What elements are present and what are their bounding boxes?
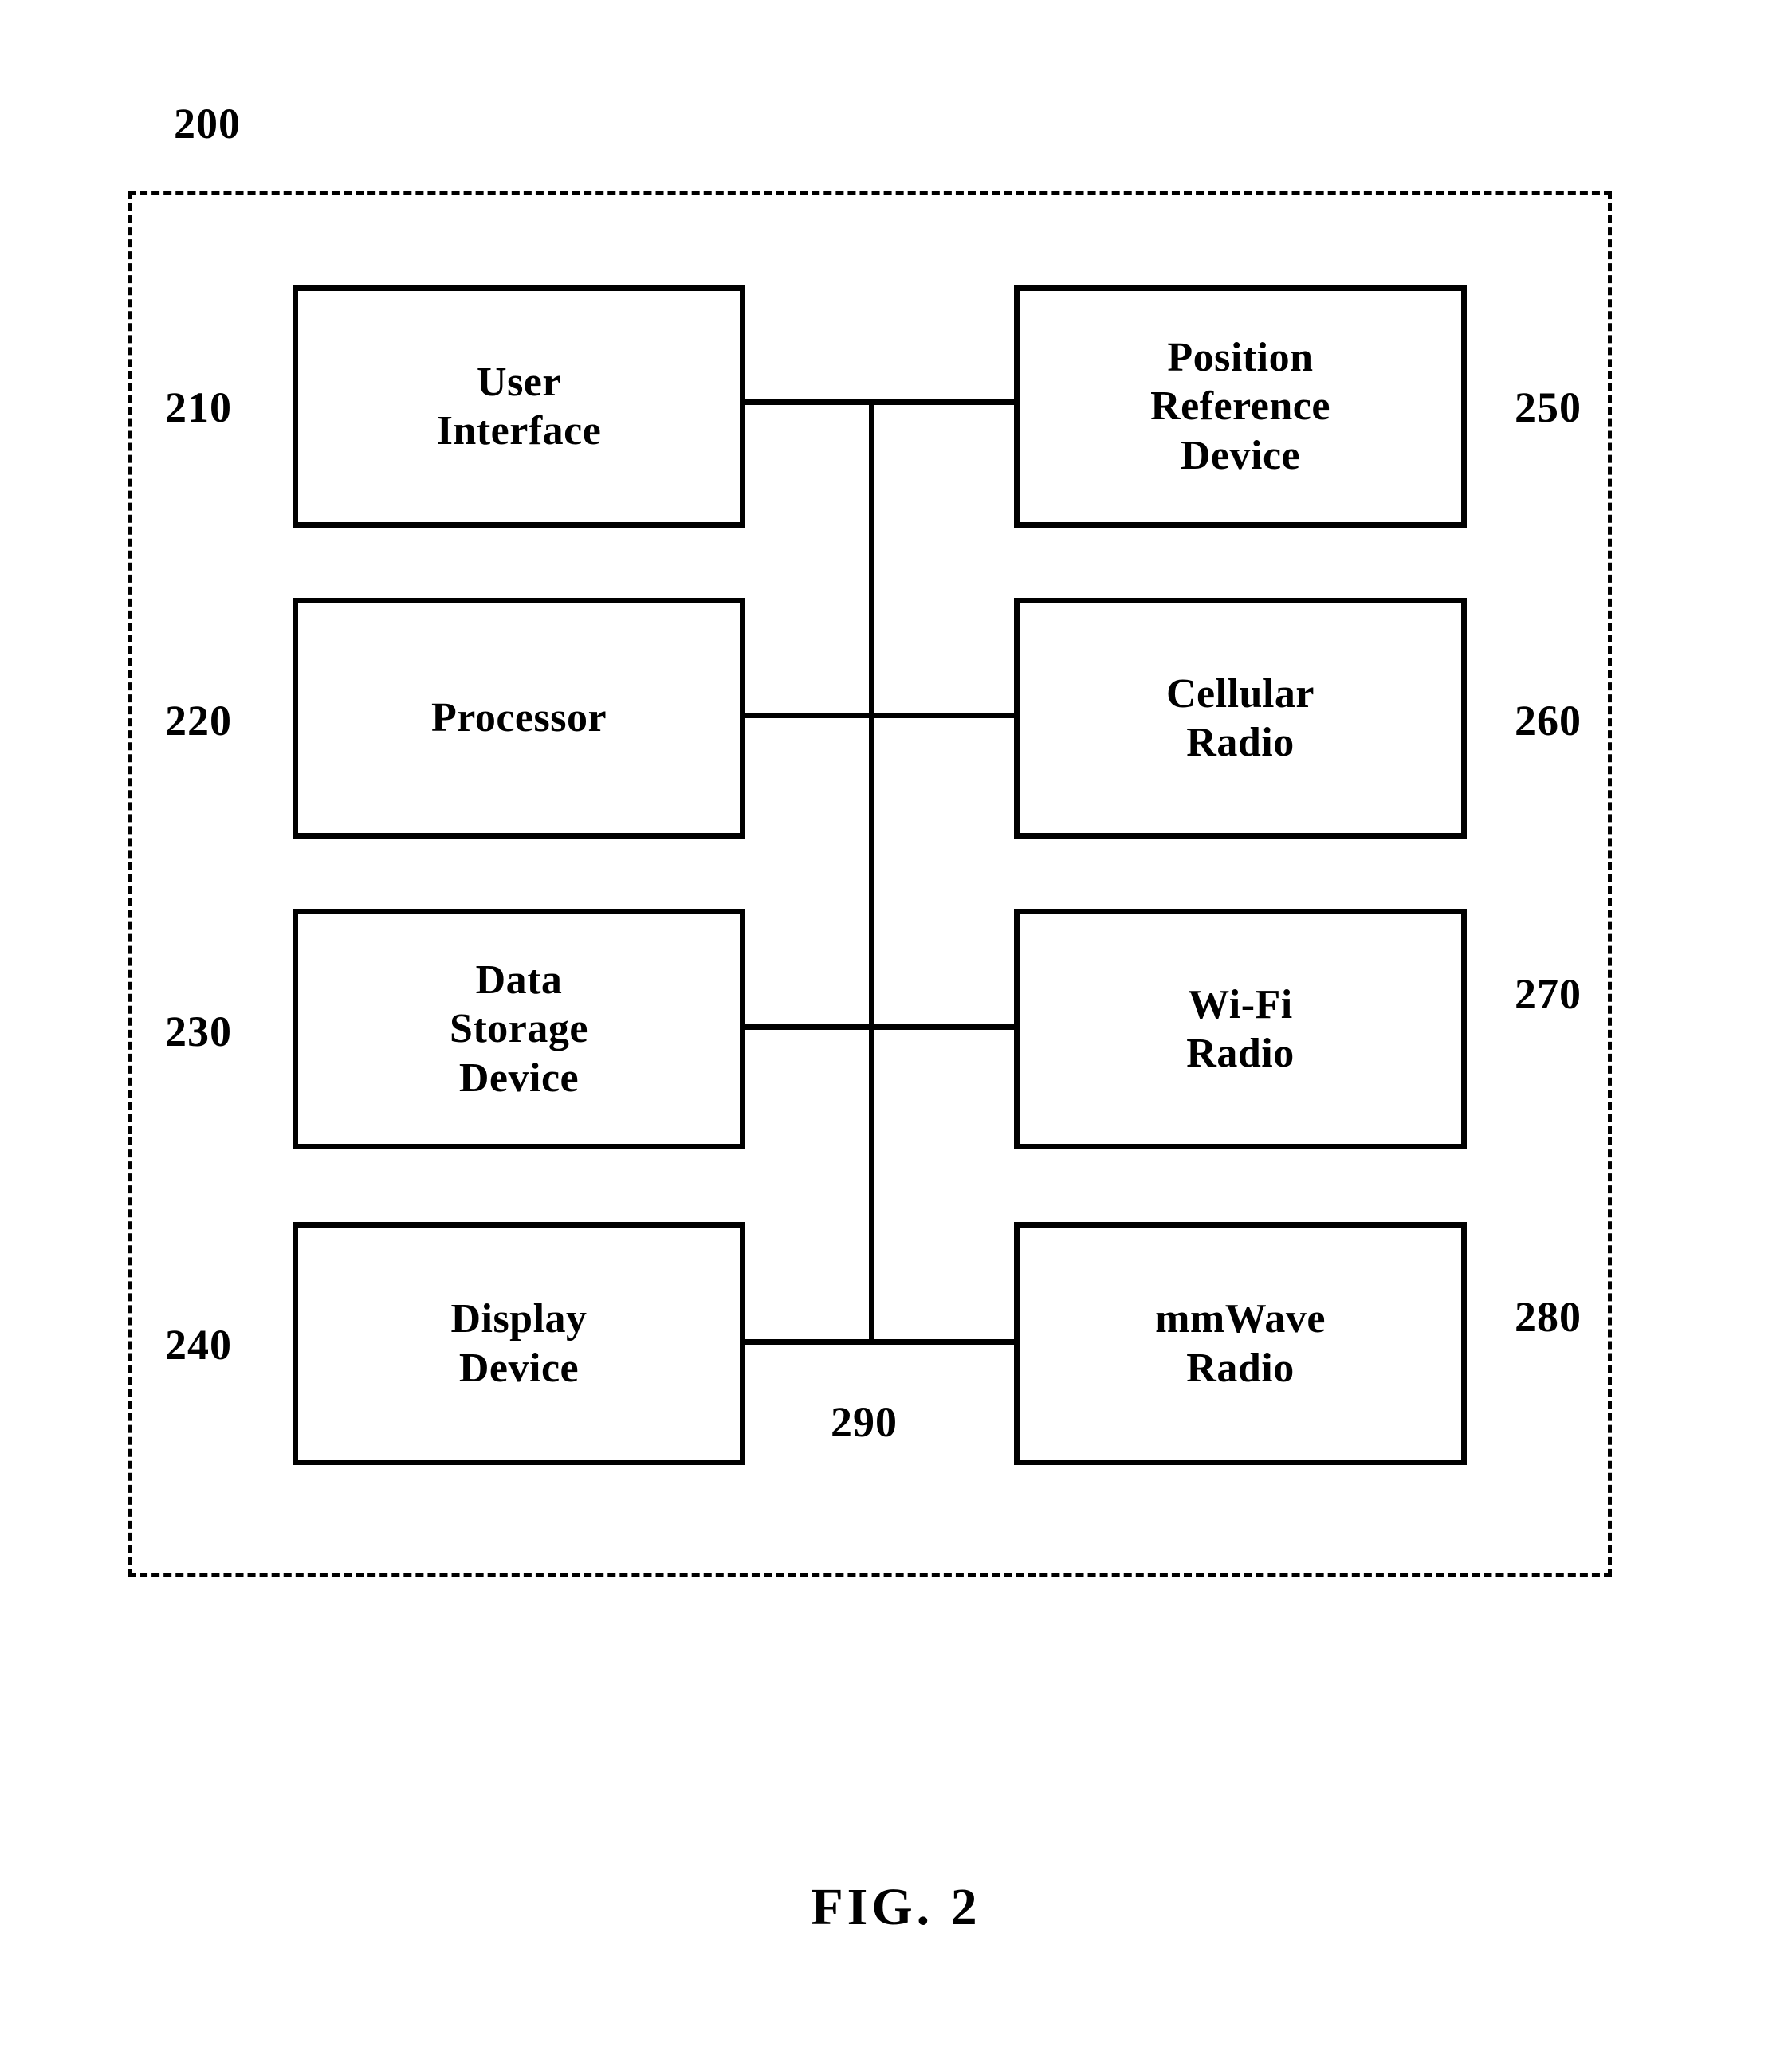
block-display-device-label: Display Device	[450, 1296, 588, 1391]
block-wifi-radio-label: Wi-Fi Radio	[1186, 981, 1295, 1076]
reference-numeral-270: 270	[1515, 970, 1582, 1018]
block-wifi-radio: Wi-Fi Radio	[1014, 909, 1467, 1149]
block-cellular-radio-label: Cellular Radio	[1166, 670, 1315, 765]
block-position-reference-device-label: Position Reference Device	[1150, 334, 1330, 478]
bus-backbone-vertical	[869, 399, 874, 1345]
figure-caption: FIG. 2	[811, 1878, 981, 1936]
reference-numeral-250: 250	[1515, 383, 1582, 431]
patent-figure: 200 User Interface 210 Processor 220 Dat…	[0, 0, 1792, 2051]
block-data-storage-device: Data Storage Device	[293, 909, 745, 1149]
system-reference-numeral: 200	[174, 100, 241, 147]
block-user-interface-label: User Interface	[436, 359, 602, 454]
bus-connector-row-3	[741, 1024, 1019, 1030]
bus-connector-row-1	[741, 399, 1019, 405]
reference-numeral-230: 230	[165, 1008, 232, 1055]
block-user-interface: User Interface	[293, 285, 745, 528]
block-position-reference-device: Position Reference Device	[1014, 285, 1467, 528]
block-display-device: Display Device	[293, 1222, 745, 1465]
block-data-storage-device-label: Data Storage Device	[450, 957, 588, 1101]
reference-numeral-280: 280	[1515, 1293, 1582, 1341]
block-mmwave-radio: mmWave Radio	[1014, 1222, 1467, 1465]
reference-numeral-260: 260	[1515, 697, 1582, 745]
reference-numeral-210: 210	[165, 383, 232, 431]
bus-connector-row-2	[741, 713, 1019, 718]
bus-connector-row-4	[741, 1339, 1019, 1345]
block-processor: Processor	[293, 598, 745, 839]
reference-numeral-290: 290	[831, 1398, 898, 1446]
block-processor-label: Processor	[430, 695, 607, 741]
reference-numeral-220: 220	[165, 697, 232, 745]
reference-numeral-240: 240	[165, 1321, 232, 1369]
block-cellular-radio: Cellular Radio	[1014, 598, 1467, 839]
block-mmwave-radio-label: mmWave Radio	[1155, 1296, 1326, 1391]
